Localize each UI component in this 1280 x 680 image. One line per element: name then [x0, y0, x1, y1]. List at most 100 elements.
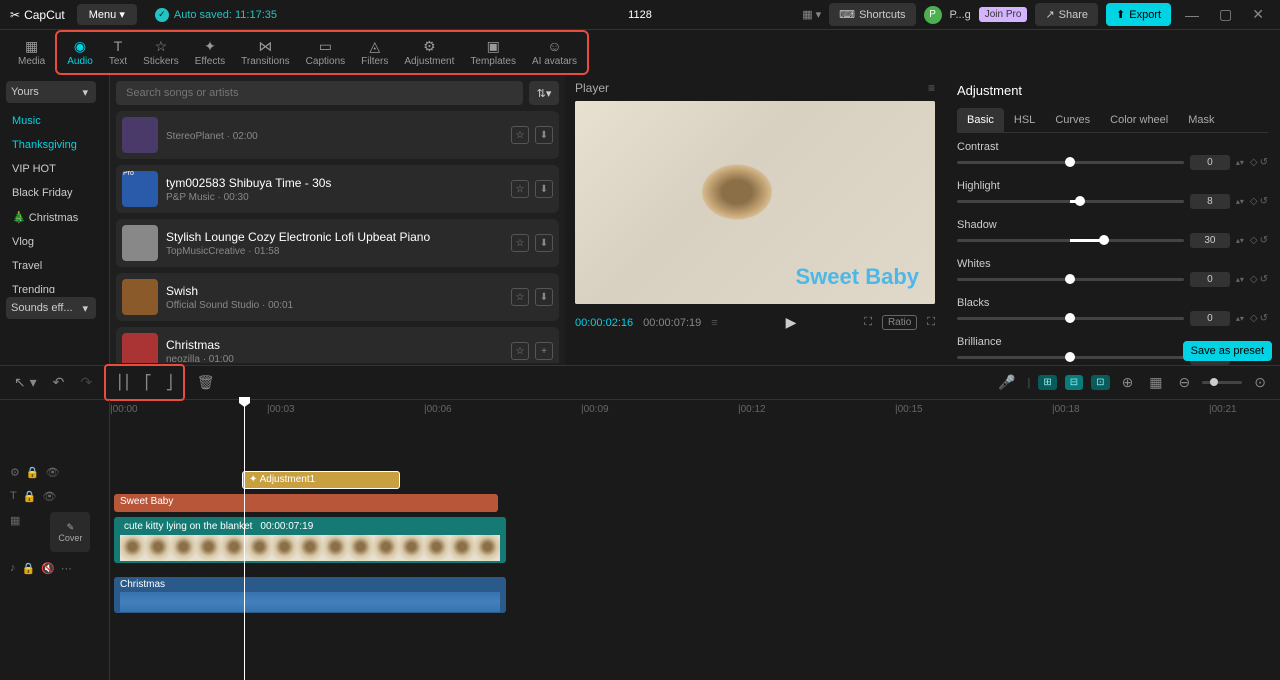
save-preset-button[interactable]: Save as preset [1183, 341, 1272, 361]
song-item[interactable]: Christmasneozilla · 01:00☆+ [116, 327, 559, 363]
user-avatar[interactable]: P [924, 6, 942, 24]
tool-adjustment[interactable]: ⚙Adjustment [396, 34, 462, 71]
trim-right-icon[interactable]: ⎦ [162, 370, 177, 395]
cat-thanksgiving[interactable]: Thanksgiving [0, 133, 109, 157]
list-icon[interactable]: ≡ [711, 317, 717, 329]
download-icon[interactable]: ⬇ [535, 180, 553, 198]
cover-button[interactable]: ✎Cover [50, 512, 90, 552]
cat-trending[interactable]: Trending [0, 278, 109, 293]
cat-vlog[interactable]: Vlog [0, 230, 109, 254]
eye-icon[interactable]: 👁 [46, 466, 60, 479]
song-item[interactable]: SwishOfficial Sound Studio · 00:01☆⬇ [116, 273, 559, 321]
reset-icon[interactable]: ↺ [1260, 274, 1268, 285]
playhead[interactable] [244, 400, 245, 680]
tool-captions[interactable]: ▭Captions [298, 34, 353, 71]
share-button[interactable]: ↗ Share [1035, 3, 1098, 26]
slider-value[interactable]: 30 [1190, 233, 1230, 248]
adj-tab-hsl[interactable]: HSL [1004, 108, 1045, 132]
cat-viphot[interactable]: VIP HOT [0, 157, 109, 181]
slider-value[interactable]: 0 [1190, 311, 1230, 326]
magnet-tag3[interactable]: ⊡ [1091, 375, 1109, 390]
redo-icon[interactable]: ↷ [76, 370, 96, 395]
cat-music[interactable]: Music [0, 109, 109, 133]
shortcuts-button[interactable]: ⌨ Shortcuts [829, 3, 915, 26]
minimize-icon[interactable]: — [1179, 7, 1205, 23]
favorite-icon[interactable]: ☆ [511, 180, 529, 198]
crop-icon[interactable]: ⛶ [864, 316, 872, 329]
fullscreen-icon[interactable]: ⛶ [927, 316, 935, 329]
favorite-icon[interactable]: ☆ [511, 234, 529, 252]
slider-whites[interactable] [957, 278, 1184, 281]
tool-media[interactable]: ▦Media [10, 34, 53, 71]
search-input[interactable] [116, 81, 523, 105]
tool-transitions[interactable]: ⋈Transitions [233, 34, 298, 71]
song-item[interactable]: StereoPlanet · 02:00☆⬇ [116, 111, 559, 159]
clip-video[interactable]: cute kitty lying on the blanket00:00:07:… [114, 517, 506, 563]
adj-tab-colorwheel[interactable]: Color wheel [1100, 108, 1178, 132]
slider-value[interactable]: 8 [1190, 194, 1230, 209]
join-pro-button[interactable]: Join Pro [979, 7, 1028, 22]
track-toggle-icon[interactable]: ⚙ [10, 466, 20, 479]
adj-tab-basic[interactable]: Basic [957, 108, 1004, 132]
tool-audio[interactable]: ◉Audio [59, 34, 101, 71]
ratio-button[interactable]: Ratio [882, 315, 917, 330]
tracks-icon[interactable]: ▦ [1145, 370, 1166, 395]
reset-icon[interactable]: ↺ [1260, 157, 1268, 168]
sort-button[interactable]: ⇅▾ [529, 81, 559, 105]
zoom-out-icon[interactable]: ⊖ [1175, 370, 1195, 395]
zoom-fit-icon[interactable]: ⊙ [1250, 370, 1270, 395]
keyframe-icon[interactable]: ◇ [1250, 274, 1258, 285]
favorite-icon[interactable]: ☆ [511, 126, 529, 144]
cat-travel[interactable]: Travel [0, 254, 109, 278]
keyframe-icon[interactable]: ◇ [1250, 313, 1258, 324]
song-item[interactable]: Protym002583 Shibuya Time - 30sP&P Music… [116, 165, 559, 213]
slider-shadow[interactable] [957, 239, 1184, 242]
slider-blacks[interactable] [957, 317, 1184, 320]
download-icon[interactable]: + [535, 342, 553, 360]
tool-effects[interactable]: ✦Effects [187, 34, 233, 71]
sound-effects-dropdown[interactable]: Sounds eff... [6, 297, 96, 319]
split-icon[interactable]: ⎮⎮ [112, 370, 135, 395]
yours-dropdown[interactable]: Yours [6, 81, 96, 103]
favorite-icon[interactable]: ☆ [511, 288, 529, 306]
play-button[interactable]: ▶ [786, 314, 797, 331]
preview-viewport[interactable]: Sweet Baby [575, 101, 935, 304]
tool-text[interactable]: TText [101, 34, 135, 71]
slider-value[interactable]: 0 [1190, 272, 1230, 287]
slider-highlight[interactable] [957, 200, 1184, 203]
align-icon[interactable]: ⊕ [1118, 370, 1138, 395]
reset-icon[interactable]: ↺ [1260, 196, 1268, 207]
mic-icon[interactable]: 🎤 [994, 370, 1019, 395]
layout-icon[interactable]: ▦ ▾ [802, 8, 821, 21]
keyframe-icon[interactable]: ◇ [1250, 157, 1258, 168]
slider-contrast[interactable] [957, 161, 1184, 164]
tool-stickers[interactable]: ☆Stickers [135, 34, 187, 71]
delete-icon[interactable]: 🗑 [193, 370, 219, 395]
magnet-tag2[interactable]: ⊟ [1065, 375, 1083, 390]
player-menu-icon[interactable]: ≡ [928, 81, 935, 95]
clip-text[interactable]: Sweet Baby [114, 494, 498, 512]
clip-adjustment[interactable]: ✦ Adjustment1 [242, 471, 400, 489]
adj-tab-curves[interactable]: Curves [1045, 108, 1100, 132]
mute-icon[interactable]: 🔇 [41, 562, 55, 575]
download-icon[interactable]: ⬇ [535, 234, 553, 252]
magnet-tag1[interactable]: ⊞ [1038, 375, 1056, 390]
download-icon[interactable]: ⬇ [535, 288, 553, 306]
maximize-icon[interactable]: ▢ [1213, 6, 1238, 23]
undo-icon[interactable]: ↶ [49, 370, 69, 395]
cat-blackfriday[interactable]: Black Friday [0, 181, 109, 205]
cat-christmas[interactable]: 🎄 Christmas [0, 205, 109, 230]
lock-icon[interactable]: 🔒 [26, 466, 40, 479]
clip-audio[interactable]: Christmas [114, 577, 506, 613]
slider-value[interactable]: 0 [1190, 155, 1230, 170]
tool-filters[interactable]: ◬Filters [353, 34, 396, 71]
favorite-icon[interactable]: ☆ [511, 342, 529, 360]
slider-brilliance[interactable] [957, 356, 1184, 359]
keyframe-icon[interactable]: ◇ [1250, 235, 1258, 246]
tool-ai-avatars[interactable]: ☺AI avatars [524, 34, 585, 71]
cursor-tool-icon[interactable]: ↖ ▾ [10, 370, 41, 395]
trim-left-icon[interactable]: ⎡ [141, 370, 156, 395]
reset-icon[interactable]: ↺ [1260, 313, 1268, 324]
close-icon[interactable]: ✕ [1246, 6, 1270, 23]
menu-button[interactable]: Menu ▾ [77, 4, 137, 25]
